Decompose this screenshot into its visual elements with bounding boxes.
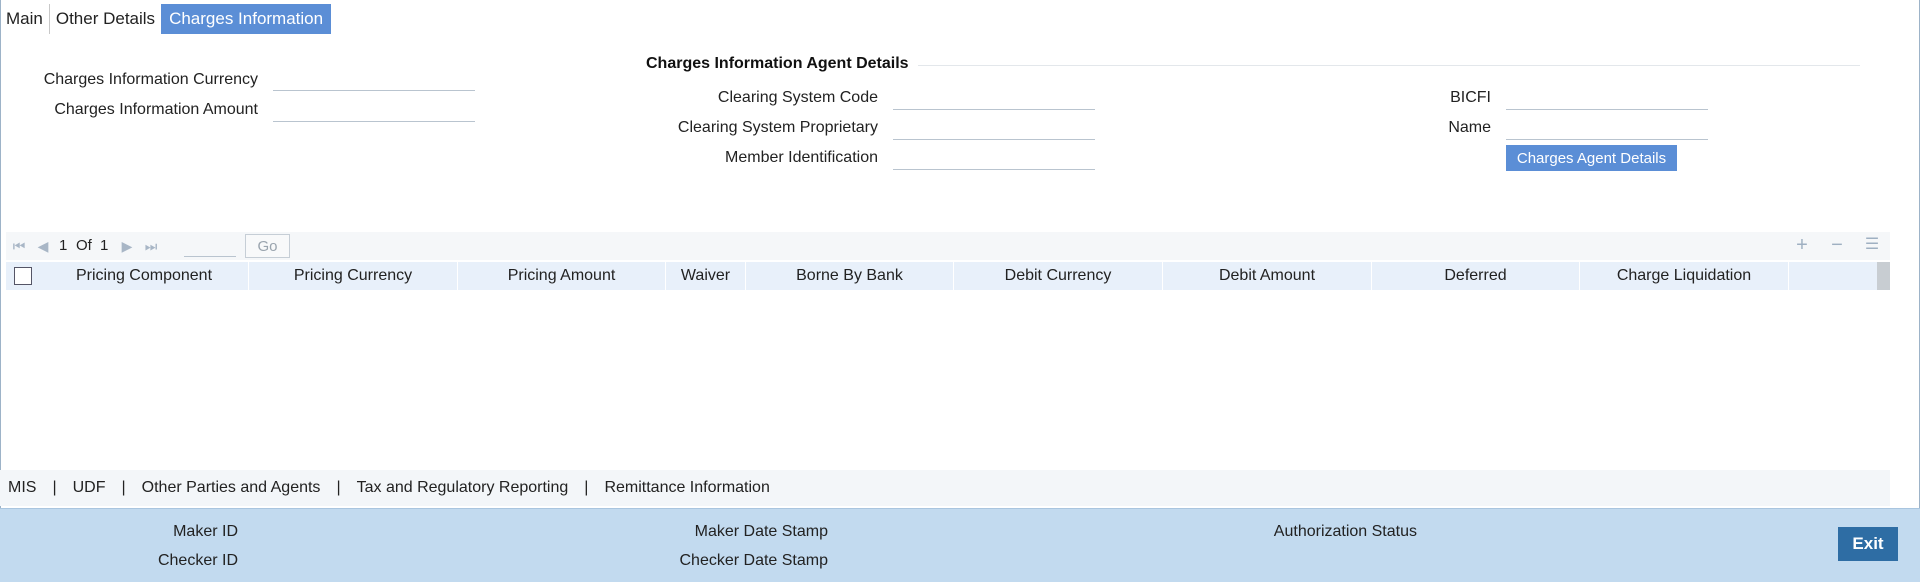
tab-charges-information[interactable]: Charges Information (161, 4, 332, 34)
select-all-cell (6, 262, 40, 290)
grid-toolbar: ⏮ ◀ 1 Of 1 ▶ ⏭ Go + − ☰ (6, 232, 1890, 260)
page-current: 1 (59, 237, 68, 254)
charges-currency-input[interactable] (273, 69, 475, 91)
member-identification-input[interactable] (893, 148, 1095, 170)
audit-footer: Maker ID Checker ID Maker Date Stamp Che… (0, 508, 1920, 582)
select-all-checkbox[interactable] (14, 267, 32, 285)
grid-body (6, 290, 1890, 468)
link-separator: | (121, 479, 126, 496)
link-remittance-information[interactable]: Remittance Information (604, 479, 769, 497)
page-of: Of (76, 237, 92, 254)
link-separator: | (584, 479, 589, 496)
exit-button[interactable]: Exit (1838, 527, 1898, 561)
name-label: Name (1448, 119, 1491, 136)
page-total: 1 (100, 237, 109, 254)
column-pricing-amount[interactable]: Pricing Amount (458, 262, 666, 290)
column-pricing-component[interactable]: Pricing Component (40, 262, 249, 290)
link-tax-and-regulatory-reporting[interactable]: Tax and Regulatory Reporting (357, 479, 569, 497)
link-separator: | (52, 479, 57, 496)
bicfi-input[interactable] (1506, 88, 1708, 110)
tab-other-details[interactable]: Other Details (50, 4, 161, 34)
link-mis[interactable]: MIS (8, 479, 36, 497)
charges-amount-label: Charges Information Amount (54, 101, 258, 118)
maker-id-label: Maker ID (173, 523, 238, 540)
link-separator: | (336, 479, 341, 496)
clearing-system-proprietary-input[interactable] (893, 118, 1095, 140)
name-input[interactable] (1506, 118, 1708, 140)
add-row-icon[interactable]: + (1792, 235, 1812, 255)
charges-amount-input[interactable] (273, 100, 475, 122)
column-deferred[interactable]: Deferred (1372, 262, 1580, 290)
clearing-system-code-input[interactable] (893, 88, 1095, 110)
tab-main[interactable]: Main (0, 4, 50, 34)
delete-row-icon[interactable]: − (1827, 235, 1847, 255)
column-pricing-currency[interactable]: Pricing Currency (249, 262, 458, 290)
column-settings-icon[interactable]: ☰ (1862, 235, 1882, 255)
column-waiver[interactable]: Waiver (666, 262, 746, 290)
clearing-system-code-label: Clearing System Code (717, 89, 878, 106)
next-page-icon[interactable]: ▶ (118, 237, 136, 255)
bottom-links-bar: MIS | UDF | Other Parties and Agents | T… (0, 470, 1890, 506)
page-number-input[interactable] (184, 236, 236, 257)
charges-agent-details-button[interactable]: Charges Agent Details (1506, 145, 1677, 171)
grid-header: Pricing Component Pricing Currency Prici… (6, 262, 1877, 290)
checker-date-stamp-label: Checker Date Stamp (679, 552, 828, 569)
link-other-parties-and-agents[interactable]: Other Parties and Agents (142, 479, 321, 497)
column-charge-liquidation[interactable]: Charge Liquidation (1580, 262, 1789, 290)
charges-currency-label: Charges Information Currency (43, 71, 258, 88)
tab-bar: Main Other Details Charges Information (0, 4, 332, 34)
last-page-icon[interactable]: ⏭ (142, 237, 160, 255)
column-debit-currency[interactable]: Debit Currency (954, 262, 1163, 290)
section-divider (918, 65, 1860, 66)
column-borne-by-bank[interactable]: Borne By Bank (746, 262, 954, 290)
go-button[interactable]: Go (245, 234, 290, 258)
clearing-system-proprietary-label: Clearing System Proprietary (677, 119, 878, 136)
grid-scrollbar[interactable] (1877, 262, 1890, 290)
bicfi-label: BICFI (1450, 89, 1491, 106)
column-debit-amount[interactable]: Debit Amount (1163, 262, 1372, 290)
checker-id-label: Checker ID (157, 552, 238, 569)
authorization-status-label: Authorization Status (1273, 523, 1417, 540)
link-udf[interactable]: UDF (73, 479, 106, 497)
member-identification-label: Member Identification (725, 149, 878, 166)
maker-date-stamp-label: Maker Date Stamp (694, 523, 828, 540)
previous-page-icon[interactable]: ◀ (34, 237, 52, 255)
first-page-icon[interactable]: ⏮ (10, 237, 28, 255)
agent-details-title: Charges Information Agent Details (646, 55, 909, 72)
